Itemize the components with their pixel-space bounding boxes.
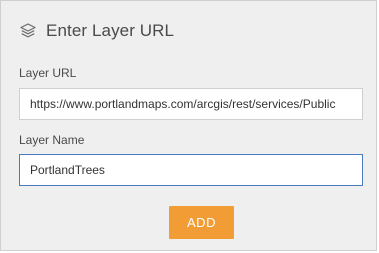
panel-title: Enter Layer URL <box>46 21 175 40</box>
add-layer-panel: Enter Layer URL Layer URL Layer Name ADD <box>0 0 377 251</box>
add-button[interactable]: ADD <box>169 206 234 239</box>
layer-name-label: Layer Name <box>19 133 85 147</box>
layer-name-input[interactable] <box>19 154 363 186</box>
layer-url-input[interactable] <box>19 88 363 120</box>
panel-header: Enter Layer URL <box>19 19 174 43</box>
layers-icon <box>19 22 37 40</box>
layer-url-label: Layer URL <box>19 66 77 80</box>
